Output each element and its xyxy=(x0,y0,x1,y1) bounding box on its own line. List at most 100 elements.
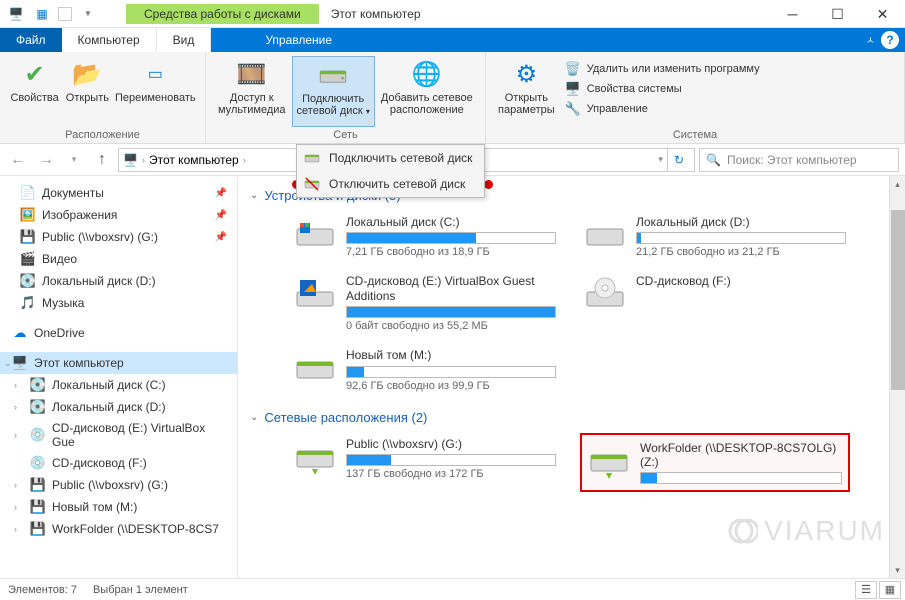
view-icons-button[interactable]: ▦ xyxy=(879,581,901,599)
help-button[interactable]: ? xyxy=(881,31,899,49)
sidebar-item-this-pc[interactable]: ⌄🖥️Этот компьютер xyxy=(0,352,237,374)
pictures-icon: 🖼️ xyxy=(20,207,36,223)
nav-history-dropdown[interactable]: ▾ xyxy=(62,148,86,172)
section-network-locations[interactable]: ⌄ Сетевые расположения (2) xyxy=(250,406,893,433)
network-drive-small-icon xyxy=(303,149,321,167)
network-drive-icon: 💾 xyxy=(30,521,46,537)
drive-g[interactable]: Public (\\vboxsrv) (G:)137 ГБ свободно и… xyxy=(290,433,560,493)
ribbon: ✔ Свойства 📂 Открыть ▭ Переименовать Рас… xyxy=(0,52,905,144)
nav-up-button[interactable]: ↑ xyxy=(90,148,114,172)
drive-f[interactable]: CD-дисковод (F:) xyxy=(580,270,850,336)
map-network-drive-button[interactable]: Подключить сетевой диск ▾ xyxy=(292,56,375,127)
dropdown-disconnect-drive[interactable]: Отключить сетевой диск xyxy=(297,171,484,197)
drive-d[interactable]: Локальный диск (D:)21,2 ГБ свободно из 2… xyxy=(580,211,850,262)
uninstall-icon: 🗑️ xyxy=(565,61,581,77)
gear-icon: ⚙ xyxy=(510,58,542,90)
rename-button[interactable]: ▭ Переименовать xyxy=(114,56,197,127)
tab-view[interactable]: Вид xyxy=(157,28,212,52)
drive-c[interactable]: Локальный диск (C:)7,21 ГБ свободно из 1… xyxy=(290,211,560,262)
computer-icon: 🖥️ xyxy=(565,81,581,97)
pin-icon: 📌 xyxy=(215,210,227,221)
open-button[interactable]: 📂 Открыть xyxy=(63,56,111,127)
sidebar-item-new-vol-m[interactable]: ›💾Новый том (M:) xyxy=(0,496,237,518)
pin-icon: 📌 xyxy=(215,188,227,199)
dropdown-connect-drive[interactable]: Подключить сетевой диск xyxy=(297,145,484,171)
ribbon-collapse-icon[interactable]: ㅅ xyxy=(866,32,875,47)
search-input[interactable]: 🔍 Поиск: Этот компьютер xyxy=(699,148,899,172)
tab-manage[interactable]: Управление xyxy=(249,28,348,52)
nav-back-button[interactable]: ← xyxy=(6,148,30,172)
open-settings-button[interactable]: ⚙ Открыть параметры xyxy=(494,56,559,127)
media-access-button[interactable]: 🎞️ Доступ к мультимедиа xyxy=(214,56,290,127)
maximize-button[interactable]: ☐ xyxy=(815,0,860,28)
document-icon: 📄 xyxy=(20,185,36,201)
drive-e[interactable]: CD-дисковод (E:) VirtualBox Guest Additi… xyxy=(290,270,560,336)
scrollbar-thumb[interactable] xyxy=(891,210,905,390)
network-drive-icon xyxy=(317,59,349,91)
sidebar-item-local-d2[interactable]: ›💽Локальный диск (D:) xyxy=(0,396,237,418)
add-network-location-button[interactable]: 🌐 Добавить сетевое расположение xyxy=(377,56,477,127)
network-drive-icon: 💾 xyxy=(30,499,46,515)
status-selection: Выбран 1 элемент xyxy=(93,584,188,596)
sidebar-item-video[interactable]: 🎬Видео xyxy=(0,248,237,270)
properties-button[interactable]: ✔ Свойства xyxy=(8,56,61,127)
globe-folder-icon: 🌐 xyxy=(411,58,443,90)
group-label-network: Сеть xyxy=(214,127,477,141)
sidebar-item-local-d[interactable]: 💽Локальный диск (D:) xyxy=(0,270,237,292)
expand-icon[interactable]: › xyxy=(14,380,17,390)
tab-file[interactable]: Файл xyxy=(0,28,62,52)
qat-newfolder-icon[interactable] xyxy=(58,7,72,21)
search-icon: 🔍 xyxy=(706,153,721,167)
sidebar-item-pictures[interactable]: 🖼️Изображения📌 xyxy=(0,204,237,226)
sidebar-item-public-g[interactable]: 💾Public (\\vboxsrv) (G:)📌 xyxy=(0,226,237,248)
checkbox-icon: ✔ xyxy=(19,58,51,90)
sidebar-item-onedrive[interactable]: ☁OneDrive xyxy=(0,322,237,344)
navigation-pane[interactable]: 📄Документы📌 🖼️Изображения📌 💾Public (\\vb… xyxy=(0,176,238,578)
network-drive-disconnect-icon xyxy=(303,175,321,193)
view-details-button[interactable]: ☰ xyxy=(855,581,877,599)
sidebar-item-workfolder-z[interactable]: ›💾WorkFolder (\\DESKTOP-8CS7 xyxy=(0,518,237,540)
drive-m[interactable]: Новый том (M:)92,6 ГБ свободно из 99,9 Г… xyxy=(290,344,560,395)
qat-dropdown-icon[interactable]: ▼ xyxy=(78,4,98,24)
map-drive-dropdown: Подключить сетевой диск Отключить сетево… xyxy=(296,144,485,198)
status-bar: Элементов: 7 Выбран 1 элемент ☰ ▦ xyxy=(0,578,905,600)
qat-properties-icon[interactable]: ▦ xyxy=(32,4,52,24)
sidebar-item-music[interactable]: 🎵Музыка xyxy=(0,292,237,314)
chevron-right-icon[interactable]: › xyxy=(142,155,145,165)
tab-computer[interactable]: Компьютер xyxy=(62,28,157,52)
collapse-icon[interactable]: ⌄ xyxy=(4,358,12,369)
window-title: Этот компьютер xyxy=(331,7,421,21)
sidebar-item-documents[interactable]: 📄Документы📌 xyxy=(0,182,237,204)
pc-icon: 🖥️ xyxy=(123,153,138,167)
content-pane[interactable]: ⌄ Устройства и диски (5) Локальный диск … xyxy=(238,176,905,578)
drive-z-workfolder[interactable]: WorkFolder (\\DESKTOP-8CS7OLG) (Z:) xyxy=(580,433,850,493)
chevron-down-icon[interactable]: ⌄ xyxy=(250,412,258,423)
group-label-location: Расположение xyxy=(8,127,197,141)
multimedia-icon: 🎞️ xyxy=(236,58,268,90)
titlebar: 🖥️ ▦ ▼ Средства работы с дисками Этот ко… xyxy=(0,0,905,28)
sidebar-item-local-c[interactable]: ›💽Локальный диск (C:) xyxy=(0,374,237,396)
manage-button[interactable]: 🔧 Управление xyxy=(561,100,764,118)
video-icon: 🎬 xyxy=(20,251,36,267)
vertical-scrollbar[interactable]: ▴ ▾ xyxy=(889,176,905,578)
close-button[interactable]: ✕ xyxy=(860,0,905,28)
cd-icon xyxy=(294,274,336,316)
scroll-up-icon[interactable]: ▴ xyxy=(890,176,905,192)
scroll-down-icon[interactable]: ▾ xyxy=(890,562,905,578)
chevron-right-icon[interactable]: › xyxy=(243,155,246,165)
sidebar-item-public-g2[interactable]: ›💾Public (\\vboxsrv) (G:) xyxy=(0,474,237,496)
refresh-button[interactable]: ↻ xyxy=(667,149,690,171)
music-icon: 🎵 xyxy=(20,295,36,311)
cd-icon xyxy=(584,274,626,316)
address-dropdown-icon[interactable]: ▾ xyxy=(658,154,663,165)
system-menu-icon[interactable]: 🖥️ xyxy=(6,4,26,24)
minimize-button[interactable]: ─ xyxy=(770,0,815,28)
chevron-down-icon[interactable]: ⌄ xyxy=(250,190,258,201)
uninstall-program-button[interactable]: 🗑️ Удалить или изменить программу xyxy=(561,60,764,78)
ribbon-tabs: Файл Компьютер Вид Управление ㅅ ? xyxy=(0,28,905,52)
system-properties-button[interactable]: 🖥️ Свойства системы xyxy=(561,80,764,98)
breadcrumb-this-pc[interactable]: Этот компьютер xyxy=(149,153,239,167)
sidebar-item-cd-f[interactable]: 💿CD-дисковод (F:) xyxy=(0,452,237,474)
nav-forward-button[interactable]: → xyxy=(34,148,58,172)
sidebar-item-cd-e[interactable]: ›💿CD-дисковод (E:) VirtualBox Gue xyxy=(0,418,237,452)
